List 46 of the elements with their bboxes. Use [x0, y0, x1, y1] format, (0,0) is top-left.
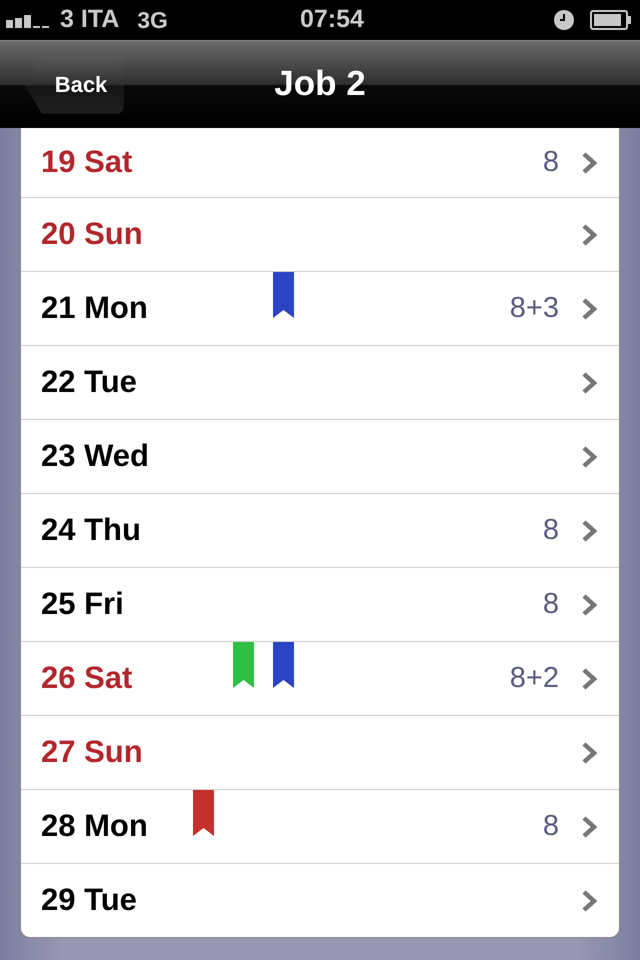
- hours-count: 8: [542, 808, 559, 844]
- day-label: 26 Sat: [41, 659, 132, 698]
- chevron-icon: [581, 814, 597, 838]
- day-label: 27 Sun: [41, 733, 143, 772]
- chevron-icon: [581, 518, 597, 542]
- clock-icon: [554, 10, 574, 30]
- hours-count: 8: [542, 144, 559, 180]
- day-row[interactable]: 28 Mon 8: [21, 789, 619, 863]
- chevron-icon: [581, 150, 597, 174]
- day-row[interactable]: 21 Mon 8+3: [21, 271, 619, 345]
- day-label: 22 Tue: [41, 363, 137, 402]
- chevron-icon: [581, 370, 597, 394]
- day-label: 25 Fri: [41, 585, 124, 624]
- day-row[interactable]: 25 Fri 8: [21, 567, 619, 641]
- hours-count: 8+2: [510, 660, 559, 696]
- day-label: 28 Mon: [41, 807, 148, 846]
- day-label: 24 Thu: [41, 511, 141, 550]
- day-label: 23 Wed: [41, 437, 149, 476]
- chevron-icon: [581, 666, 597, 690]
- day-row[interactable]: 24 Thu 8: [21, 493, 619, 567]
- chevron-icon: [581, 740, 597, 764]
- day-label: 21 Mon: [41, 289, 148, 328]
- network-type: 3G: [137, 6, 168, 35]
- day-row[interactable]: 20 Sun: [21, 197, 619, 271]
- chevron-icon: [581, 444, 597, 468]
- day-label: 29 Tue: [41, 881, 137, 920]
- day-row[interactable]: 19 Sat 8: [21, 128, 619, 197]
- carrier-name: 3 ITA: [60, 4, 120, 36]
- hours-count: 8: [542, 586, 559, 622]
- chevron-icon: [581, 888, 597, 912]
- day-row[interactable]: 27 Sun: [21, 715, 619, 789]
- day-label: 19 Sat: [41, 143, 132, 182]
- chevron-icon: [581, 592, 597, 616]
- day-row[interactable]: 22 Tue: [21, 345, 619, 419]
- hours-count: 8: [542, 512, 559, 548]
- day-row[interactable]: 23 Wed: [21, 419, 619, 493]
- hours-count: 8+3: [510, 290, 559, 326]
- chevron-icon: [581, 222, 597, 246]
- nav-title: Job 2: [274, 63, 366, 106]
- battery-icon: [590, 10, 632, 30]
- back-button[interactable]: Back: [24, 56, 124, 114]
- day-row[interactable]: 29 Tue: [21, 863, 619, 937]
- day-label: 20 Sun: [41, 215, 143, 254]
- day-row[interactable]: 26 Sat 8+2: [21, 641, 619, 715]
- clock-time: 07:54: [300, 4, 365, 36]
- chevron-icon: [581, 296, 597, 320]
